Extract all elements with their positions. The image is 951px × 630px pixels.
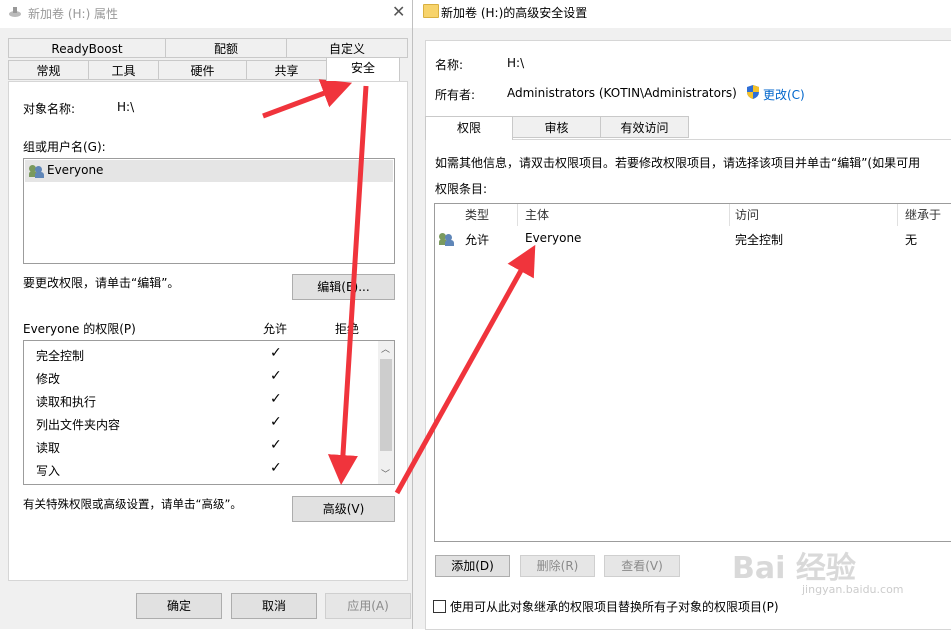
tab-readyboost[interactable]: ReadyBoost bbox=[8, 38, 166, 58]
advanced-hint: 有关特殊权限或高级设置，请单击“高级”。 bbox=[23, 497, 242, 511]
permission-name: 列出文件夹内容 bbox=[36, 418, 121, 432]
tab-customize[interactable]: 自定义 bbox=[286, 38, 408, 58]
permission-name: 修改 bbox=[36, 372, 61, 386]
advanced-security-window: 新加卷 (H:)的高级安全设置 名称: H:\ 所有者: Administrat… bbox=[412, 0, 951, 630]
scroll-up-icon[interactable]: ︿ bbox=[381, 342, 390, 355]
tab-permissions[interactable]: 权限 bbox=[425, 116, 513, 140]
object-name-value: H:\ bbox=[117, 100, 135, 114]
row-access: 完全控制 bbox=[735, 233, 784, 247]
name-label: 名称: bbox=[435, 58, 464, 72]
permission-name: 完全控制 bbox=[36, 349, 85, 363]
users-icon bbox=[29, 165, 45, 178]
security-panel: 对象名称: H:\ 组或用户名(G): Everyone 要更改权限，请单击“编… bbox=[8, 81, 408, 581]
add-button[interactable]: 添加(D) bbox=[435, 555, 510, 577]
info-text: 如需其他信息，请双击权限项目。若要修改权限项目，请选择该项目并单击“编辑”(如果… bbox=[435, 156, 921, 170]
view-button[interactable]: 查看(V) bbox=[604, 555, 680, 577]
drive-icon bbox=[8, 5, 22, 19]
ok-button[interactable]: 确定 bbox=[136, 593, 222, 619]
permission-name: 读取和执行 bbox=[36, 395, 97, 409]
advanced-button[interactable]: 高级(V) bbox=[292, 496, 395, 522]
entries-label: 权限条目: bbox=[435, 182, 488, 196]
permission-row: 读取和执行 bbox=[36, 391, 96, 413]
allow-check-icon: ✓ bbox=[270, 414, 282, 430]
permission-list: 完全控制 ✓ 修改 ✓ 读取和执行 ✓ 列出文件夹内容 ✓ 读取 ✓ 写入 ✓ … bbox=[23, 340, 395, 485]
baidu-watermark: Bai 经验 jingyan.baidu.com bbox=[732, 543, 904, 596]
column-type[interactable]: 类型 bbox=[465, 204, 489, 226]
permission-name: 读取 bbox=[36, 441, 61, 455]
scroll-thumb[interactable] bbox=[380, 359, 392, 451]
change-owner-link[interactable]: 更改(C) bbox=[763, 86, 805, 103]
deny-header: 拒绝 bbox=[335, 322, 360, 336]
column-access[interactable]: 访问 bbox=[735, 204, 759, 226]
column-separator bbox=[729, 204, 730, 226]
tab-quota[interactable]: 配额 bbox=[165, 38, 287, 58]
permission-row: 列出文件夹内容 bbox=[36, 414, 120, 436]
user-list[interactable]: Everyone bbox=[23, 158, 395, 264]
shield-icon bbox=[745, 84, 761, 103]
permission-row: 修改 bbox=[36, 368, 60, 390]
folder-icon bbox=[423, 4, 439, 18]
close-icon[interactable]: ✕ bbox=[392, 2, 405, 21]
column-separator bbox=[517, 204, 518, 226]
scroll-down-icon[interactable]: ﹀ bbox=[381, 467, 390, 480]
edit-button[interactable]: 编辑(E)... bbox=[292, 274, 395, 300]
permission-row: 写入 bbox=[36, 460, 60, 482]
tab-sharing[interactable]: 共享 bbox=[246, 60, 327, 80]
users-icon bbox=[439, 233, 455, 246]
watermark-sub: jingyan.baidu.com bbox=[802, 583, 904, 596]
allow-header: 允许 bbox=[263, 322, 288, 336]
apply-button[interactable]: 应用(A) bbox=[325, 593, 411, 619]
object-name-label: 对象名称: bbox=[23, 102, 76, 116]
column-principal[interactable]: 主体 bbox=[525, 204, 549, 226]
advanced-title: 新加卷 (H:)的高级安全设置 bbox=[441, 6, 588, 20]
tab-tools[interactable]: 工具 bbox=[88, 60, 159, 80]
tab-auditing[interactable]: 审核 bbox=[512, 116, 601, 138]
tab-effective-access[interactable]: 有效访问 bbox=[600, 116, 689, 138]
user-list-item[interactable]: Everyone bbox=[25, 160, 393, 182]
tab-hardware[interactable]: 硬件 bbox=[158, 60, 247, 80]
row-inherited: 无 bbox=[905, 233, 918, 247]
allow-check-icon: ✓ bbox=[270, 460, 282, 476]
row-principal: Everyone bbox=[525, 231, 582, 245]
user-name: Everyone bbox=[47, 163, 104, 177]
permission-entries-list[interactable] bbox=[434, 203, 951, 542]
replace-checkbox[interactable] bbox=[433, 600, 446, 613]
permission-row: 完全控制 bbox=[36, 345, 84, 367]
change-permission-hint: 要更改权限，请单击“编辑”。 bbox=[23, 276, 180, 290]
owner-label: 所有者: bbox=[435, 88, 476, 102]
replace-checkbox-label[interactable]: 使用可从此对象继承的权限项目替换所有子对象的权限项目(P) bbox=[450, 598, 779, 615]
tab-general[interactable]: 常规 bbox=[8, 60, 89, 80]
permission-row: 读取 bbox=[36, 437, 60, 459]
properties-title: 新加卷 (H:) 属性 bbox=[28, 7, 119, 21]
permission-title: Everyone 的权限(P) bbox=[23, 322, 136, 336]
remove-button[interactable]: 删除(R) bbox=[520, 555, 595, 577]
cancel-button[interactable]: 取消 bbox=[231, 593, 317, 619]
column-separator bbox=[897, 204, 898, 226]
permission-scrollbar[interactable]: ︿ ﹀ bbox=[378, 341, 394, 484]
watermark-text: Bai 经验 bbox=[732, 551, 856, 586]
name-value: H:\ bbox=[507, 56, 525, 70]
tab-security[interactable]: 安全 bbox=[326, 57, 400, 81]
group-user-label: 组或用户名(G): bbox=[23, 140, 106, 154]
permission-name: 写入 bbox=[36, 464, 61, 478]
allow-check-icon: ✓ bbox=[270, 437, 282, 453]
allow-check-icon: ✓ bbox=[270, 345, 282, 361]
row-type: 允许 bbox=[465, 233, 490, 247]
column-inherited[interactable]: 继承于 bbox=[905, 204, 941, 226]
allow-check-icon: ✓ bbox=[270, 368, 282, 384]
properties-dialog: 新加卷 (H:) 属性 ✕ ReadyBoost 配额 自定义 常规 工具 硬件… bbox=[0, 0, 412, 629]
table-row[interactable]: 允许 Everyone 完全控制 无 bbox=[435, 228, 951, 250]
owner-value: Administrators (KOTIN\Administrators) bbox=[507, 86, 737, 100]
allow-check-icon: ✓ bbox=[270, 391, 282, 407]
